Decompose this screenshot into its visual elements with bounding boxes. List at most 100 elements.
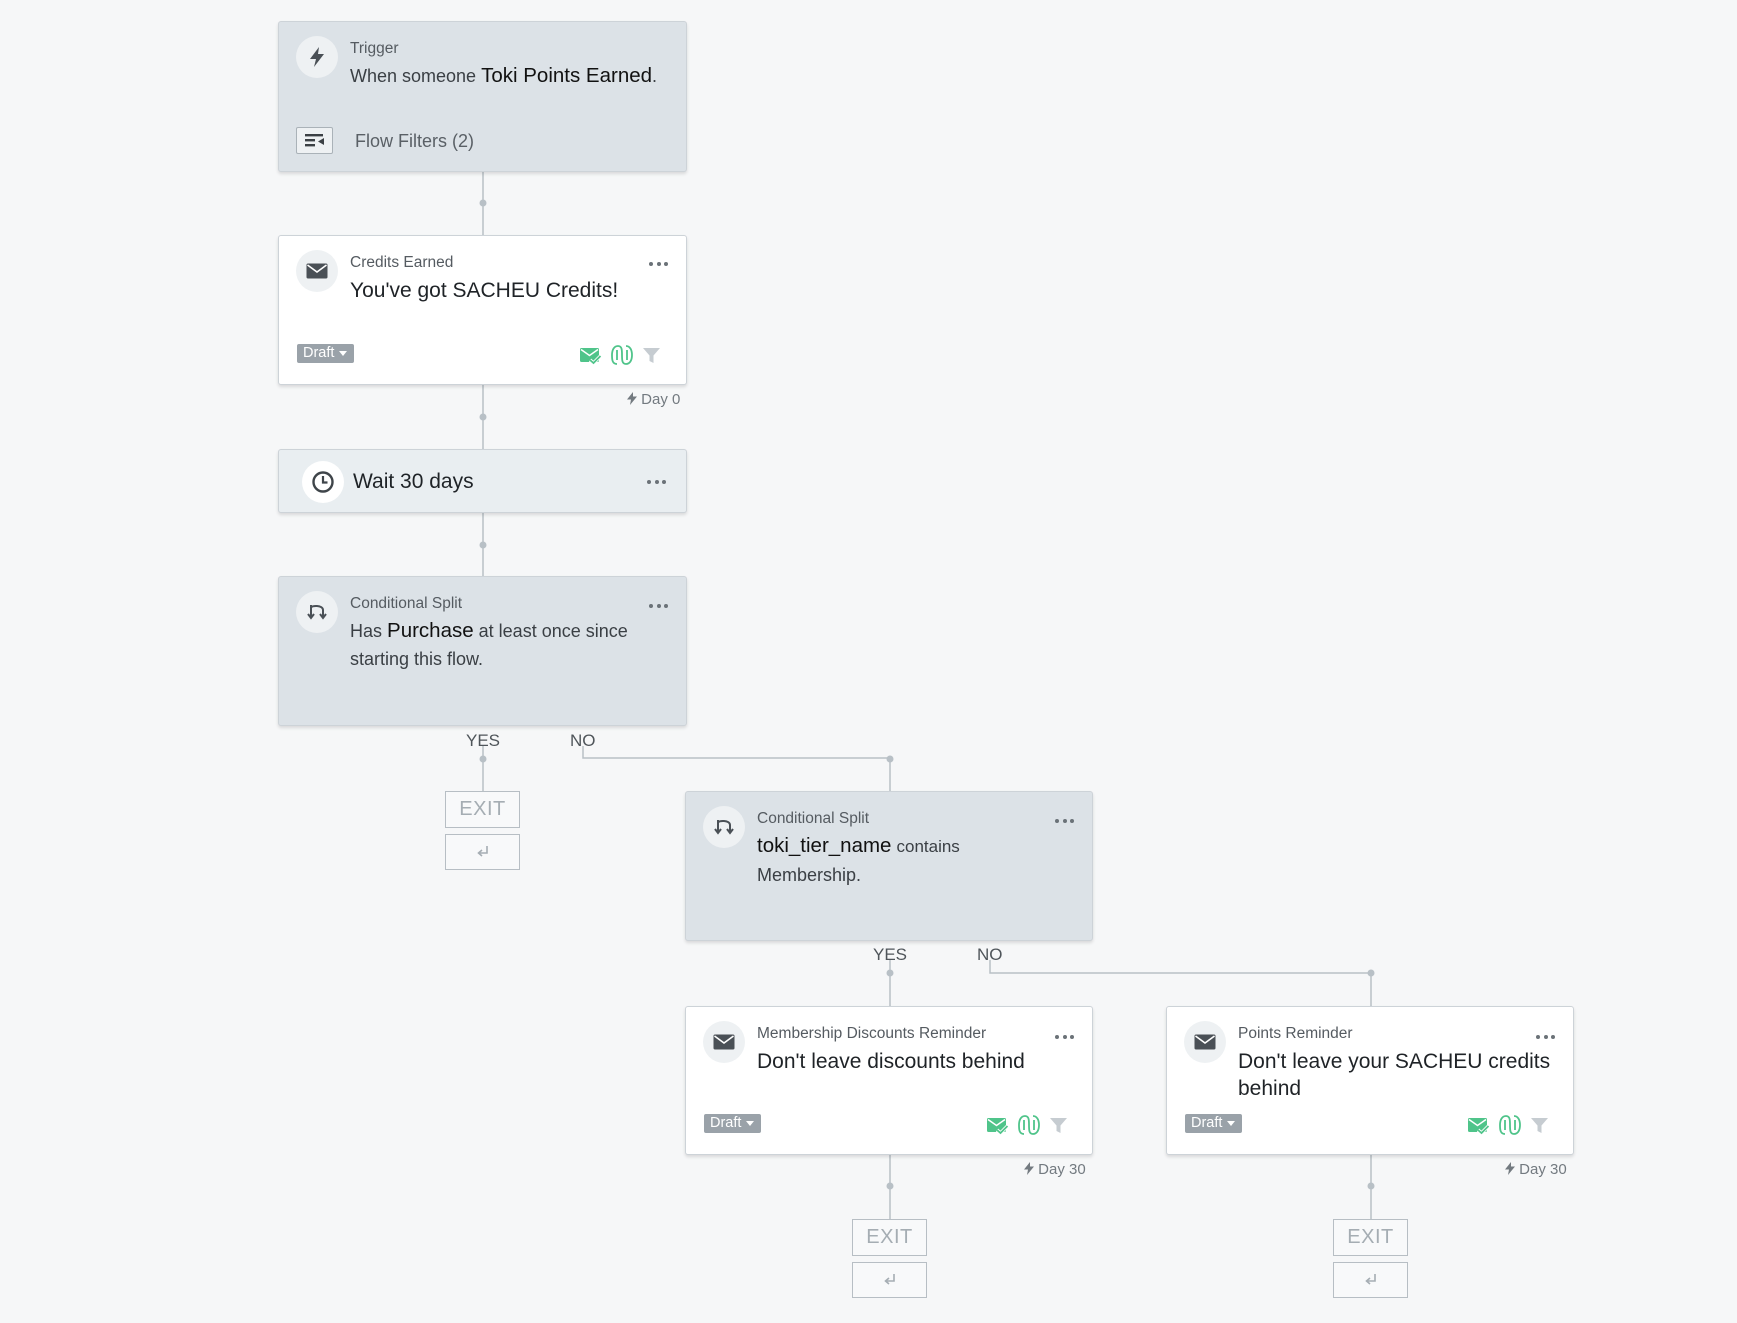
email-subject: Don't leave discounts behind [757,1050,1025,1073]
lightning-icon [296,36,338,78]
connector-dot [886,755,894,763]
connector-line [989,960,1372,1006]
smart-sending-icon [611,345,633,365]
condition-value: Membership. [757,865,862,885]
exit-node: EXIT [1333,1219,1408,1256]
conditional-split-card-tier[interactable]: Conditional Split toki_tier_name contain… [685,791,1093,941]
trigger-prefix: When someone [350,66,477,86]
connector-dot [1367,969,1375,977]
flow-filters-label[interactable]: Flow Filters (2) [355,131,474,152]
draft-status-dropdown[interactable]: Draft [1185,1114,1243,1133]
exit-node: EXIT [852,1219,927,1256]
draft-status-dropdown[interactable]: Draft [704,1114,762,1133]
email-card-membership-discounts[interactable]: Membership Discounts Reminder Don't leav… [685,1006,1093,1155]
flow-filters-button[interactable] [296,127,333,154]
condition-pre: Has [350,621,383,641]
connector-dot [886,1182,894,1190]
draft-status-label: Draft [710,1115,742,1131]
connector-dot [1367,1182,1375,1190]
email-subject: You've got SACHEU Credits! [350,279,619,302]
split-icon [703,806,745,848]
wait-duration: Wait 30 days [353,470,474,493]
email-label: Points Reminder [1238,1025,1353,1042]
more-options-button[interactable] [649,259,671,269]
filter-funnel-icon [1050,1117,1067,1133]
trigger-metric[interactable]: Toki Points Earned [481,64,652,87]
split-icon [296,591,338,633]
return-arrow-icon [1364,1274,1376,1285]
email-check-icon [580,347,602,365]
condition-property[interactable]: toki_tier_name [757,834,891,857]
day-marker-label: Day 0 [641,391,681,408]
condition-metric[interactable]: Purchase [387,619,474,642]
day-marker: Day 30 [1024,1161,1086,1178]
lightning-icon [627,392,637,405]
draft-status-label: Draft [1191,1115,1223,1131]
day-marker-label: Day 30 [1519,1161,1567,1178]
return-arrow-icon [476,846,488,857]
condition-post-line2: starting this flow. [350,649,484,669]
trigger-suffix: . [652,66,658,86]
filter-funnel-icon [643,347,660,363]
draft-status-label: Draft [303,345,335,361]
connector-dot [886,969,894,977]
email-card-points-reminder[interactable]: Points Reminder Don't leave your SACHEU … [1166,1006,1574,1155]
email-subject: Don't leave your SACHEU credits behind [1238,1048,1558,1102]
branch-no-label: NO [570,731,596,750]
email-label: Membership Discounts Reminder [757,1025,987,1042]
email-icon [296,250,338,292]
draft-status-dropdown[interactable]: Draft [297,344,355,363]
email-check-icon [1468,1117,1490,1135]
more-options-button[interactable] [1055,1032,1077,1042]
more-options-button[interactable] [647,477,669,487]
condition-operator: contains [896,837,960,856]
email-status-icons [579,344,661,366]
trigger-label: Trigger [350,40,399,57]
email-status-icons [986,1114,1068,1136]
day-marker: Day 30 [1505,1161,1567,1178]
email-icon [1184,1021,1226,1063]
day-marker: Day 0 [627,391,680,408]
more-options-button[interactable] [649,601,671,611]
email-subject-line2: behind [1238,1077,1302,1100]
conditional-split-card-purchase[interactable]: Conditional Split Has Purchase at least … [278,576,687,726]
trigger-card[interactable]: Trigger When someone Toki Points Earned.… [278,21,687,172]
exit-return-button[interactable] [1333,1262,1408,1298]
filter-list-icon [304,134,324,147]
connector-dot [479,413,487,421]
connector-dot [479,755,487,763]
wait-card[interactable]: Wait 30 days [278,449,687,513]
filter-funnel-icon [1531,1117,1548,1133]
split-condition: Has Purchase at least once since startin… [350,617,670,673]
more-options-button[interactable] [1055,816,1077,826]
lightning-icon [1024,1162,1034,1175]
condition-post-line1: at least once since [478,621,628,641]
branch-no-label: NO [977,945,1003,964]
branch-yes-label: YES [466,731,501,750]
email-card-credits-earned[interactable]: Credits Earned You've got SACHEU Credits… [278,235,687,385]
connector-dot [479,541,487,549]
lightning-icon [1505,1162,1515,1175]
caret-down-icon [746,1120,755,1126]
smart-sending-icon [1018,1115,1040,1135]
email-status-icons [1467,1114,1549,1136]
return-arrow-icon [883,1274,895,1285]
clock-icon [302,461,344,503]
split-label: Conditional Split [350,595,463,612]
smart-sending-icon [1499,1115,1521,1135]
exit-return-button[interactable] [852,1262,927,1298]
split-label: Conditional Split [757,810,870,827]
exit-node: EXIT [445,791,520,828]
day-marker-label: Day 30 [1038,1161,1086,1178]
caret-down-icon [1227,1120,1236,1126]
connector-dot [479,199,487,207]
split-condition: toki_tier_name contains Membership. [757,832,1077,889]
email-check-icon [987,1117,1009,1135]
more-options-button[interactable] [1536,1032,1558,1042]
email-label: Credits Earned [350,254,454,271]
caret-down-icon [339,350,348,356]
flow-canvas: Trigger When someone Toki Points Earned.… [0,0,1737,1323]
exit-return-button[interactable] [445,834,520,870]
branch-yes-label: YES [873,945,908,964]
trigger-description: When someone Toki Points Earned. [350,62,657,90]
